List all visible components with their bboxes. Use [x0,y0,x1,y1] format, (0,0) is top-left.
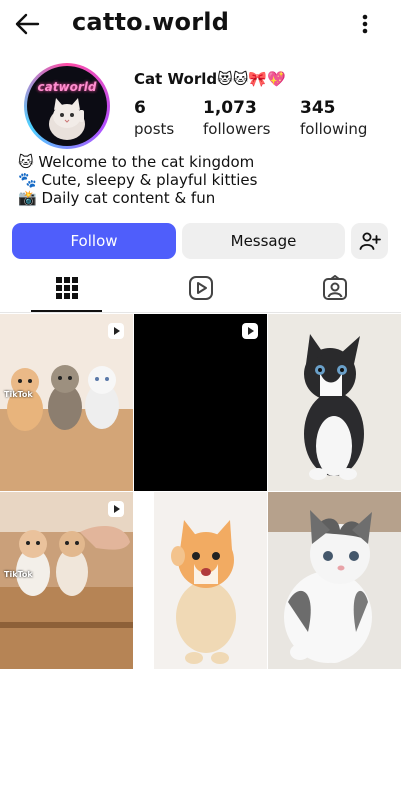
reel-icon [242,323,258,339]
post-tile[interactable]: TikTok [0,314,133,491]
profile-tabs [0,264,401,312]
stat-followers-value: 1,073 [203,98,257,118]
tab-reels[interactable] [134,264,267,312]
tab-grid[interactable] [0,264,133,312]
stat-following[interactable]: 345 following [300,98,367,138]
follow-button[interactable]: Follow [12,223,176,259]
stat-following-value: 345 [300,98,336,118]
add-person-icon [359,232,381,250]
bio-line: 📸 Daily cat content & fun [18,189,216,207]
back-arrow-icon[interactable] [12,9,42,39]
tagged-icon [322,275,347,300]
post-tile[interactable] [134,492,267,669]
bio-line: 🐱 Welcome to the cat kingdom [18,153,255,171]
divider [0,312,401,313]
message-button[interactable]: Message [182,223,345,259]
stat-posts-value: 6 [134,98,146,118]
post-tile[interactable] [134,314,267,491]
avatar[interactable]: catworld [24,63,110,149]
post-tile[interactable] [268,314,401,491]
suggest-people-button[interactable] [351,223,388,259]
tiktok-watermark: TikTok [4,570,33,579]
avatar-image: catworld [27,66,107,146]
tab-tagged[interactable] [268,264,401,312]
bio: 🐱 Welcome to the cat kingdom 🐾 Cute, sle… [18,153,257,207]
post-tile[interactable]: TikTok [0,492,133,669]
stat-posts-label: posts [134,120,175,138]
stat-following-label: following [300,120,368,138]
display-name: Cat World😻🐱🎀💖 [134,70,286,88]
profile-username: catto.world [72,8,230,36]
grid-icon [55,277,78,299]
post-tile[interactable] [268,492,401,669]
stat-posts[interactable]: 6 posts [134,98,174,138]
reel-icon [108,323,124,339]
stat-followers[interactable]: 1,073 followers [203,98,270,138]
reels-icon [188,276,213,300]
more-options-icon[interactable] [352,10,378,38]
avatar-logo-text: catworld [37,80,97,94]
top-bar: catto.world [0,0,401,50]
bio-line: 🐾 Cute, sleepy & playful kitties [18,171,258,189]
reel-icon [108,501,124,517]
stat-followers-label: followers [203,120,271,138]
tiktok-watermark: TikTok [4,390,33,399]
